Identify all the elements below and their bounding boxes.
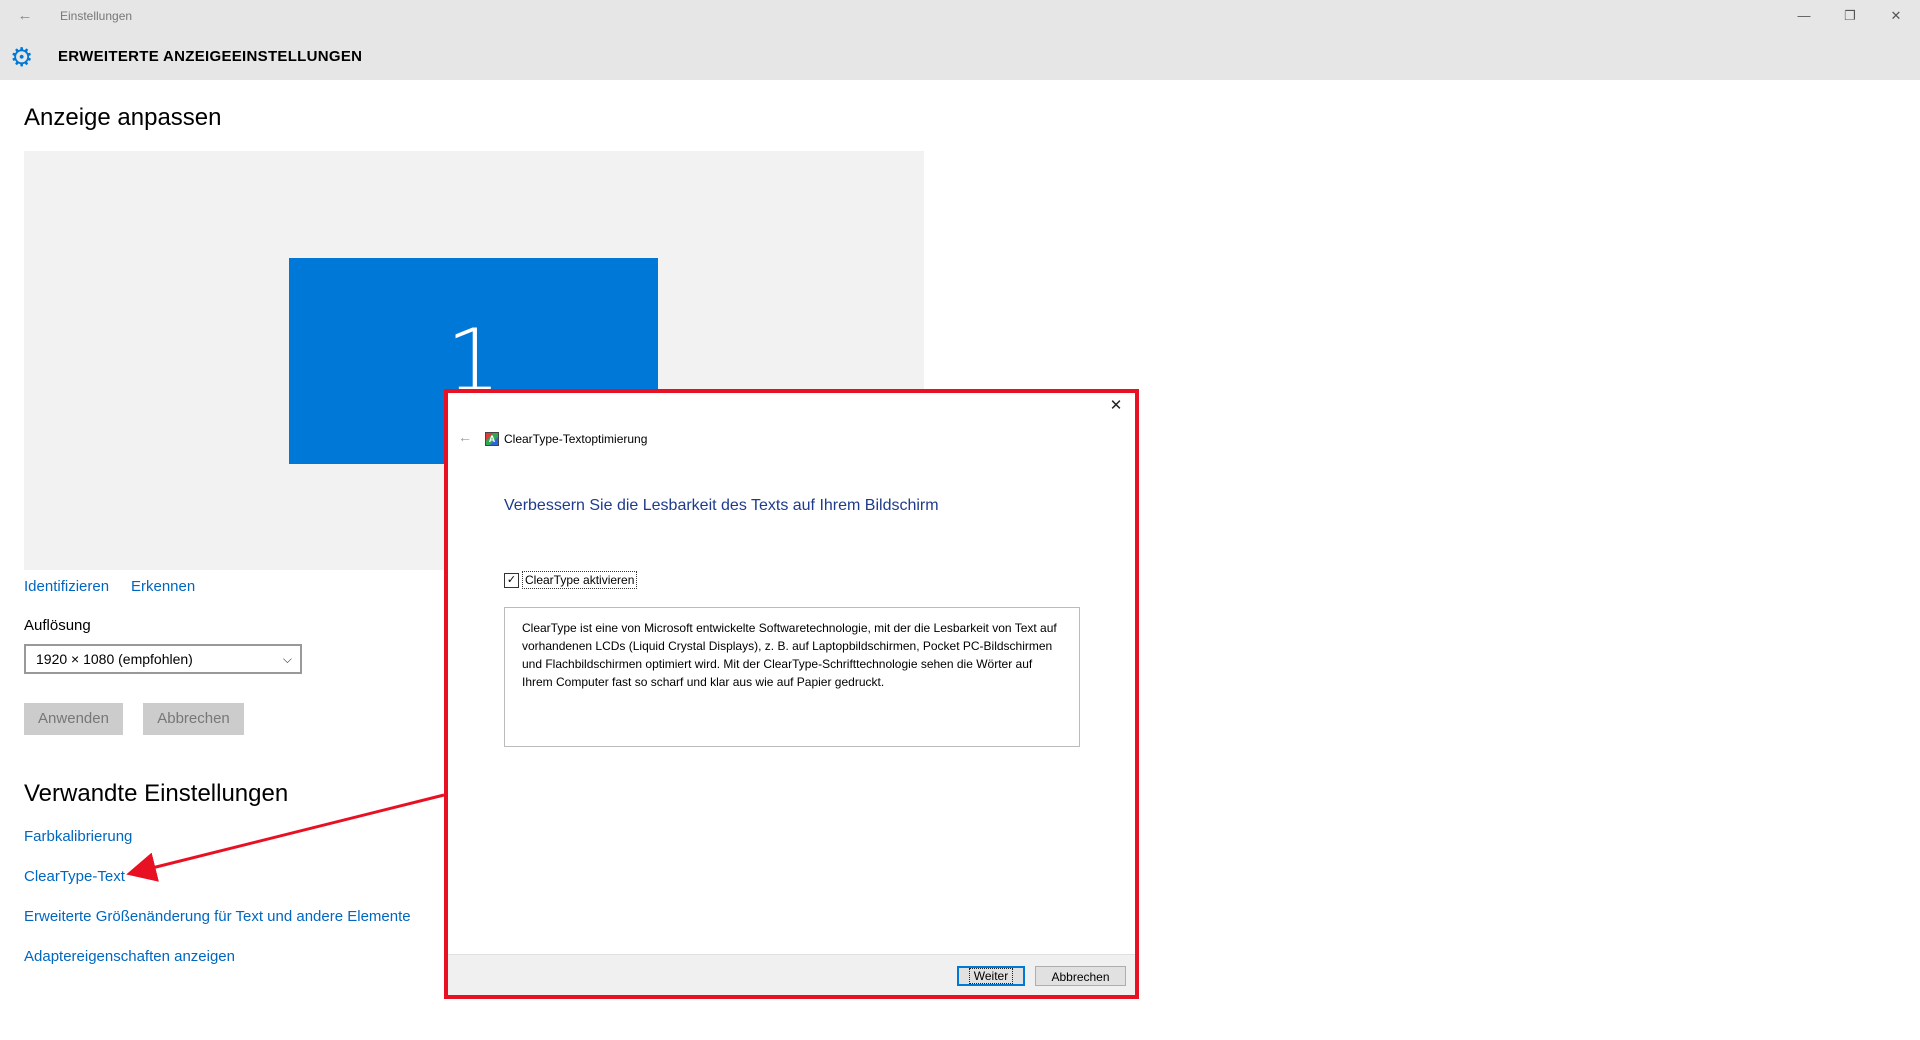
page-title: ERWEITERTE ANZEIGEEINSTELLUNGEN [58,48,363,65]
window-title: Einstellungen [60,9,133,23]
display-heading: Anzeige anpassen [24,104,222,131]
color-calibration-link[interactable]: Farbkalibrierung [24,828,132,845]
close-button[interactable]: ✕ [1876,4,1916,28]
resolution-value: 1920 × 1080 (empfohlen) [36,651,193,667]
minimize-button[interactable]: — [1784,4,1824,28]
related-settings-heading: Verwandte Einstellungen [24,780,289,807]
identify-link[interactable]: Identifizieren [24,578,109,595]
dialog-cancel-button[interactable]: Abbrechen [1035,966,1126,986]
cleartype-icon: A [485,432,499,446]
back-arrow-icon[interactable]: ← [14,6,36,26]
adapter-properties-link[interactable]: Adaptereigenschaften anzeigen [24,948,235,965]
dialog-footer: Weiter Abbrechen [448,954,1135,995]
cleartype-checkbox-label[interactable]: ClearType aktivieren [522,571,638,589]
dialog-heading: Verbessern Sie die Lesbarkeit des Texts … [504,497,939,514]
apply-button[interactable]: Anwenden [24,703,123,735]
next-button-label: Weiter [968,968,1014,984]
close-icon[interactable]: ✕ [1105,395,1127,417]
description-box: ClearType ist eine von Microsoft entwick… [504,607,1080,747]
cleartype-text-link[interactable]: ClearType-Text [24,868,125,885]
restore-button[interactable]: ❐ [1830,4,1870,28]
detect-link[interactable]: Erkennen [131,578,195,595]
next-button[interactable]: Weiter [957,966,1025,986]
resolution-label: Auflösung [24,617,91,634]
gear-icon: ⚙ [10,42,34,72]
cleartype-dialog: ✕ ← A ClearType-Textoptimierung Verbesse… [444,389,1139,999]
advanced-sizing-link[interactable]: Erweiterte Größenänderung für Text und a… [24,908,411,925]
cancel-button[interactable]: Abbrechen [143,703,244,735]
description-text: ClearType ist eine von Microsoft entwick… [522,621,1057,689]
cleartype-checkbox[interactable]: ✓ [504,573,519,588]
dialog-title: ClearType-Textoptimierung [504,432,648,446]
chevron-down-icon: ⌵ [282,652,292,666]
resolution-dropdown[interactable]: 1920 × 1080 (empfohlen) ⌵ [24,644,302,674]
title-bar: ← Einstellungen — ❐ ✕ ⚙ ERWEITERTE ANZEI… [0,0,1920,80]
dialog-back-icon[interactable]: ← [458,429,472,445]
